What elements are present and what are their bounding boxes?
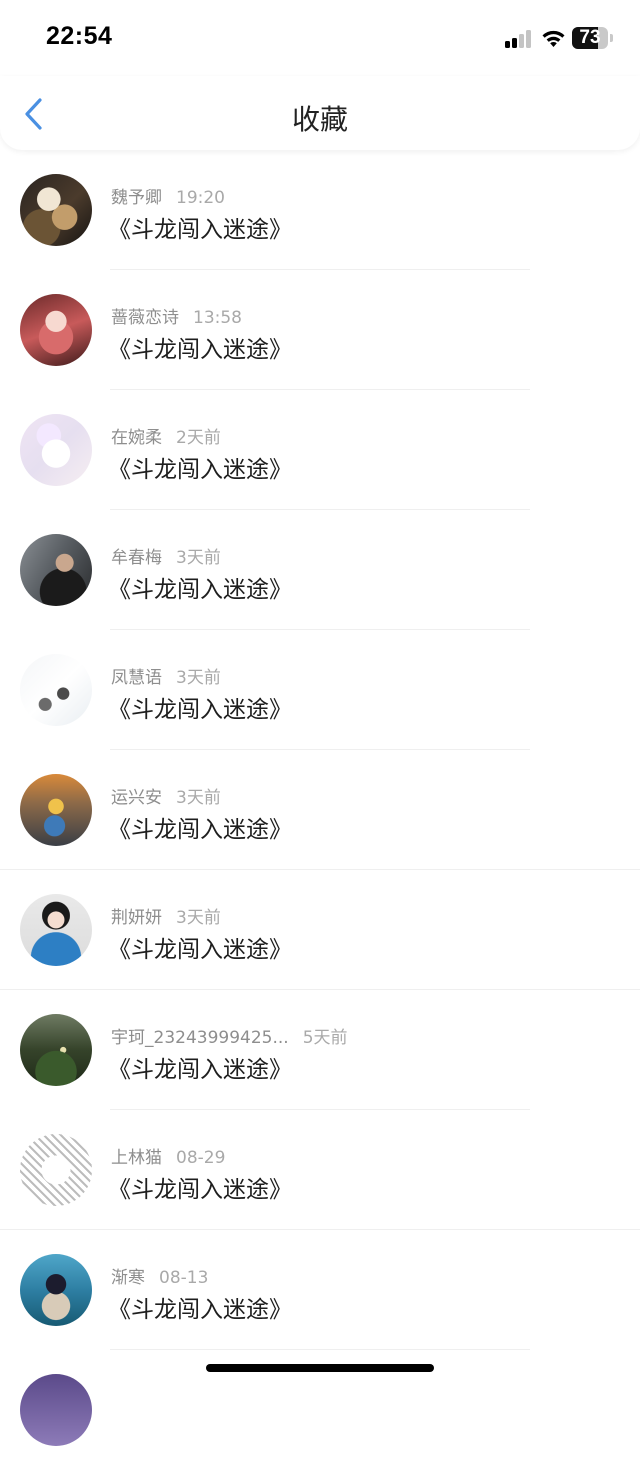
book-title: 《斗龙闯入迷途》 <box>108 337 292 363</box>
page-title: 收藏 <box>291 103 348 136</box>
avatar[interactable] <box>20 534 92 606</box>
timestamp: 3天前 <box>176 668 221 688</box>
favorite-item[interactable]: 凤慧语 3天前《斗龙闯入迷途》 <box>0 630 640 750</box>
favorite-item[interactable]: 蔷薇恋诗 13:58 《斗龙闯入迷途》 <box>0 270 640 390</box>
favorite-item[interactable]: 荆妍妍 3天前《斗龙闯入迷途》 <box>0 870 640 990</box>
book-title: 《斗龙闯入迷途》 <box>108 577 292 603</box>
home-indicator[interactable] <box>206 1364 434 1372</box>
avatar[interactable] <box>20 174 92 246</box>
item-meta: 荆妍妍 3天前 <box>111 903 221 928</box>
avatar[interactable] <box>20 1254 92 1326</box>
favorites-list: 魏予卿 19:20 《斗龙闯入迷途》 蔷薇恋诗 13:58 《斗龙闯入迷途》 在婉柔 2天前《… <box>0 150 640 1470</box>
user-name: 蔷薇恋诗 <box>111 308 179 328</box>
timestamp: 5天前 <box>302 1028 348 1048</box>
item-meta: 运兴安 3天前 <box>111 783 221 808</box>
avatar[interactable] <box>20 1134 92 1206</box>
user-name: 在婉柔 <box>111 428 162 448</box>
timestamp: 13:58 <box>193 308 242 328</box>
favorite-item[interactable]: 运兴安 3天前《斗龙闯入迷途》 <box>0 750 640 870</box>
item-meta: 牟春梅 3天前 <box>111 543 221 568</box>
item-meta: 魏予卿 19:20 <box>111 183 225 208</box>
timestamp: 08-29 <box>176 1148 226 1168</box>
avatar[interactable] <box>20 414 92 486</box>
status-time: 22:54 <box>46 22 113 50</box>
avatar[interactable] <box>20 654 92 726</box>
timestamp: 2天前 <box>176 428 221 448</box>
item-meta: 宇珂_23243999425... 5天前 <box>111 1023 348 1048</box>
user-name: 宇珂_23243999425... <box>111 1028 289 1048</box>
book-title: 《斗龙闯入迷途》 <box>108 697 292 723</box>
user-name: 渐寒 <box>111 1268 145 1288</box>
timestamp: 3天前 <box>176 548 221 568</box>
user-name: 牟春梅 <box>111 548 162 568</box>
avatar[interactable] <box>20 1014 92 1086</box>
favorite-item[interactable]: 宇珂_23243999425... 5天前 《斗龙闯入迷途》 <box>0 990 640 1110</box>
timestamp: 08-13 <box>159 1268 209 1288</box>
item-meta: 在婉柔 2天前 <box>111 423 221 448</box>
book-title: 《斗龙闯入迷途》 <box>108 1297 292 1323</box>
favorite-item[interactable]: 魏予卿 19:20 《斗龙闯入迷途》 <box>0 150 640 270</box>
nav-bar: 收藏 <box>0 76 640 150</box>
timestamp: 3天前 <box>176 908 221 928</box>
favorite-item[interactable]: 在婉柔 2天前《斗龙闯入迷途》 <box>0 390 640 510</box>
user-name: 上林猫 <box>111 1148 162 1168</box>
favorite-item[interactable]: 上林猫 08-29 《斗龙闯入迷途》 <box>0 1110 640 1230</box>
avatar[interactable] <box>20 894 92 966</box>
user-name: 运兴安 <box>111 788 162 808</box>
item-meta: 渐寒 08-13 <box>111 1263 208 1288</box>
book-title: 《斗龙闯入迷途》 <box>108 817 292 843</box>
item-meta: 上林猫 08-29 <box>111 1143 225 1168</box>
book-title: 《斗龙闯入迷途》 <box>108 1177 292 1203</box>
book-title: 《斗龙闯入迷途》 <box>108 457 292 483</box>
user-name: 凤慧语 <box>111 668 162 688</box>
battery-icon: 73 <box>572 27 608 49</box>
battery-cap <box>610 34 613 42</box>
user-name: 魏予卿 <box>111 188 162 208</box>
timestamp: 19:20 <box>176 188 225 208</box>
item-meta: 蔷薇恋诗 13:58 <box>111 303 242 328</box>
book-title: 《斗龙闯入迷途》 <box>108 1057 292 1083</box>
status-bar: 22:54 73 <box>0 0 640 80</box>
avatar[interactable] <box>20 294 92 366</box>
book-title: 《斗龙闯入迷途》 <box>108 217 292 243</box>
item-meta: 凤慧语 3天前 <box>111 663 221 688</box>
avatar[interactable] <box>20 774 92 846</box>
favorite-item[interactable]: 渐寒 08-13 《斗龙闯入迷途》 <box>0 1230 640 1350</box>
book-title: 《斗龙闯入迷途》 <box>108 937 292 963</box>
timestamp: 3天前 <box>176 788 221 808</box>
battery-percentage: 73 <box>579 27 601 48</box>
cellular-signal-icon <box>505 30 533 48</box>
user-name: 荆妍妍 <box>111 908 162 928</box>
wifi-icon <box>542 30 565 47</box>
favorite-item[interactable]: 牟春梅 3天前《斗龙闯入迷途》 <box>0 510 640 630</box>
